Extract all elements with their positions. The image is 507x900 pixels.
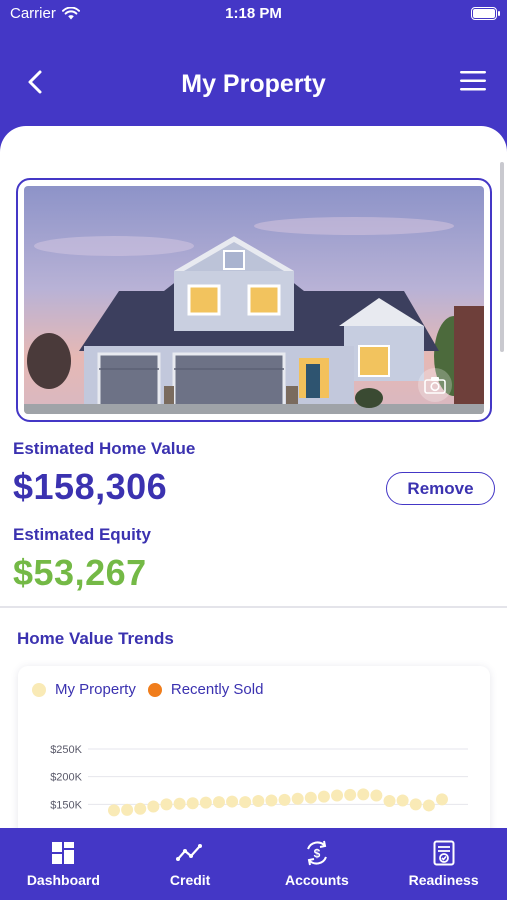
home-value-chart: $250K$200K$150K$100K (50, 744, 468, 828)
data-point-my-property[interactable] (199, 796, 212, 809)
legend-dot-my-property (32, 682, 46, 697)
dashboard-icon (52, 842, 75, 864)
property-photo-frame (16, 178, 492, 422)
y-tick-label: $200K (50, 772, 82, 784)
accounts-dollar-icon: $ (306, 840, 327, 866)
data-point-my-property[interactable] (291, 792, 304, 805)
estimated-equity-value: $53,267 (13, 552, 147, 593)
property-photo[interactable] (24, 186, 484, 414)
data-point-my-property[interactable] (317, 790, 330, 803)
data-point-my-property[interactable] (396, 794, 409, 807)
camera-button[interactable] (418, 368, 452, 402)
tab-label-readiness: Readiness (408, 872, 479, 888)
property-content[interactable]: Estimated Home Value $158,306 Remove Est… (0, 126, 507, 828)
status-bar: Carrier 1:18 PM (0, 0, 507, 28)
data-point-my-property[interactable] (160, 798, 173, 811)
tab-dashboard[interactable]: Dashboard (0, 828, 127, 900)
navigation-bar: My Property (0, 52, 507, 116)
remove-button[interactable]: Remove (386, 472, 495, 505)
home-value-trends-title: Home Value Trends (17, 629, 174, 648)
data-point-my-property[interactable] (265, 794, 278, 807)
data-point-my-property[interactable] (121, 803, 134, 816)
page-title: My Property (181, 70, 326, 98)
tab-credit[interactable]: Credit (127, 828, 254, 900)
estimated-equity-label: Estimated Equity (13, 525, 151, 544)
y-tick-label: $150K (50, 799, 82, 811)
data-point-my-property[interactable] (304, 791, 317, 804)
legend-label-my-property: My Property (55, 681, 136, 698)
legend-label-recently-sold: Recently Sold (170, 681, 264, 698)
data-point-my-property[interactable] (278, 793, 291, 806)
readiness-document-icon (433, 840, 455, 866)
data-point-my-property[interactable] (212, 796, 225, 809)
data-point-my-property[interactable] (422, 799, 435, 812)
house-illustration (24, 186, 484, 414)
data-point-my-property[interactable] (239, 796, 252, 809)
data-point-my-property[interactable] (331, 789, 344, 802)
data-point-my-property[interactable] (226, 795, 239, 808)
data-point-my-property[interactable] (252, 795, 265, 808)
home-value-chart-card: My Property Recently Sold $250K $200K $150… (18, 666, 490, 828)
tab-readiness[interactable]: Readiness (380, 828, 507, 900)
estimated-home-value: $158,306 (13, 466, 168, 507)
camera-icon (424, 377, 446, 394)
legend-item-my-property[interactable]: My Property (32, 681, 136, 698)
legend-item-recently-sold[interactable]: Recently Sold (147, 681, 264, 698)
data-point-my-property[interactable] (409, 798, 422, 811)
tab-label-dashboard: Dashboard (26, 872, 100, 888)
bottom-tab-bar: Dashboard Credit $ Accounts Readiness (0, 828, 507, 900)
tab-label-credit: Credit (169, 872, 211, 888)
data-point-my-property[interactable] (173, 797, 186, 810)
data-point-my-property[interactable] (383, 795, 396, 808)
data-point-my-property[interactable] (147, 800, 160, 813)
tab-accounts[interactable]: $ Accounts (254, 828, 381, 900)
estimated-home-value-label: Estimated Home Value (13, 439, 196, 458)
section-divider (0, 606, 507, 608)
data-point-my-property[interactable] (370, 789, 383, 802)
svg-text:$: $ (314, 847, 321, 861)
data-point-my-property[interactable] (436, 793, 448, 806)
menu-button[interactable] (459, 69, 487, 93)
data-point-my-property[interactable] (186, 797, 199, 810)
legend-dot-recently-sold (147, 682, 162, 697)
chart-legend: My Property Recently Sold (32, 681, 275, 698)
data-point-my-property[interactable] (357, 788, 370, 801)
data-point-my-property[interactable] (108, 804, 120, 817)
status-time: 1:18 PM (225, 5, 282, 22)
scroll-indicator[interactable] (500, 162, 504, 352)
data-point-my-property[interactable] (344, 788, 357, 801)
credit-trend-icon (176, 844, 203, 861)
data-point-my-property[interactable] (134, 802, 147, 815)
tab-label-accounts: Accounts (284, 872, 349, 888)
hamburger-menu-icon (460, 71, 486, 91)
y-tick-label: $250K (50, 744, 82, 756)
battery-icon (471, 7, 500, 20)
